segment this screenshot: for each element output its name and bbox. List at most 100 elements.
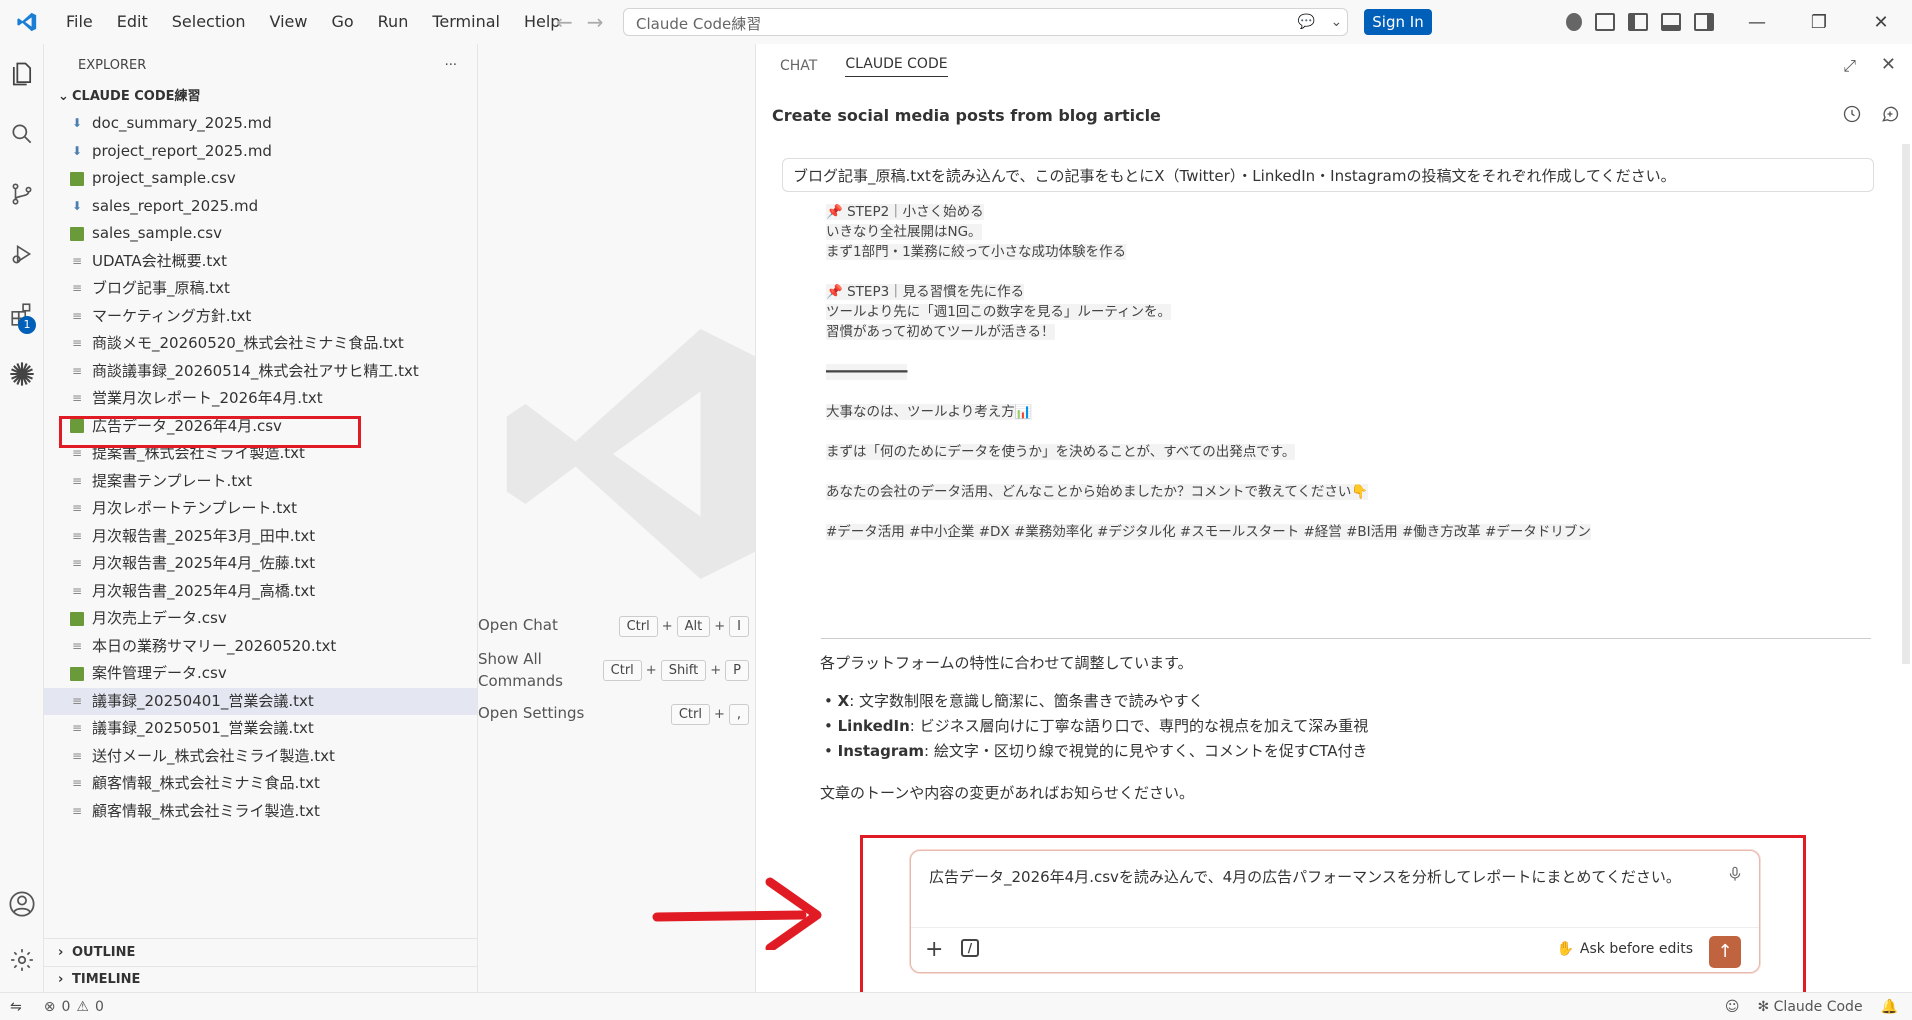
file-item[interactable]: 案件管理データ.csv xyxy=(44,660,477,688)
file-item[interactable]: ≡ マーケティング方針.txt xyxy=(44,303,477,331)
timeline-section[interactable]: › TIMELINE xyxy=(44,966,478,992)
close-panel-icon[interactable]: ✕ xyxy=(1881,54,1896,75)
workspace-folder[interactable]: ⌄ CLAUDE CODE練習 xyxy=(44,84,477,110)
nav-arrows: ← → xyxy=(556,0,604,44)
file-item[interactable]: 月次売上データ.csv xyxy=(44,605,477,633)
file-item[interactable]: ⬇ doc_summary_2025.md xyxy=(44,110,477,138)
code-line: あなたの会社のデータ活用、どんなことから始めましたか？コメントで教えてください👇 xyxy=(826,482,1866,502)
shortcut-row[interactable]: Open Settings Ctrl +, xyxy=(478,704,755,725)
menu-go[interactable]: Go xyxy=(319,0,365,44)
scrollbar[interactable] xyxy=(1902,144,1910,664)
add-attachment-icon[interactable]: + xyxy=(925,937,943,962)
shortcut-row[interactable]: Open Chat Ctrl + Alt + I xyxy=(478,616,755,637)
customize-layout-icon[interactable] xyxy=(1595,13,1615,31)
menu-terminal[interactable]: Terminal xyxy=(420,0,512,44)
menu-edit[interactable]: Edit xyxy=(105,0,160,44)
file-item[interactable]: ≡ 議事録_20250501_営業会議.txt xyxy=(44,715,477,743)
search-icon[interactable] xyxy=(0,104,44,164)
notifications-icon[interactable]: 🔔 xyxy=(1881,999,1898,1015)
file-item[interactable]: ≡ 送付メール_株式会社ミライ製造.txt xyxy=(44,743,477,771)
file-item[interactable]: sales_sample.csv xyxy=(44,220,477,248)
file-item[interactable]: ≡ UDATA会社概要.txt xyxy=(44,248,477,276)
file-item[interactable]: ≡ 議事録_20250401_営業会議.txt xyxy=(44,687,477,715)
toggle-panel-icon[interactable] xyxy=(1661,13,1681,31)
bullet-dot: • xyxy=(824,742,838,760)
restore-icon[interactable]: ❐ xyxy=(1788,0,1850,44)
toggle-secondary-sidebar-icon[interactable] xyxy=(1694,13,1714,31)
prompt-input-text[interactable]: 広告データ_2026年4月.csvを読み込んで、4月の広告パフォーマンスを分析し… xyxy=(929,865,1709,889)
file-item[interactable]: ≡ 月次報告書_2025年3月_田中.txt xyxy=(44,523,477,551)
file-item[interactable]: ⬇ sales_report_2025.md xyxy=(44,193,477,221)
account-icon[interactable] xyxy=(0,874,44,934)
file-item[interactable]: ≡ 本日の業務サマリー_20260520.txt xyxy=(44,633,477,661)
sign-in-button[interactable]: Sign In xyxy=(1364,9,1432,35)
file-item[interactable]: ≡ 月次報告書_2025年4月_佐藤.txt xyxy=(44,550,477,578)
explorer-icon[interactable] xyxy=(0,44,44,104)
explorer-more-button[interactable]: ··· xyxy=(445,44,457,84)
tab-claude-code[interactable]: CLAUDE CODE xyxy=(845,56,948,77)
microphone-icon[interactable] xyxy=(1727,865,1743,887)
claude-code-status[interactable]: ✻ Claude Code xyxy=(1757,999,1862,1015)
warnings-icon[interactable]: ⚠ xyxy=(76,999,89,1015)
slash-command-icon[interactable]: / xyxy=(961,939,979,957)
chevron-down-icon: ⌄ xyxy=(58,89,69,104)
toggle-primary-sidebar-icon[interactable] xyxy=(1628,13,1648,31)
outline-section[interactable]: › OUTLINE xyxy=(44,938,478,966)
file-item[interactable]: ≡ 商談メモ_20260520_株式会社ミナミ食品.txt xyxy=(44,330,477,358)
file-item[interactable]: ≡ 月次報告書_2025年4月_高橋.txt xyxy=(44,578,477,606)
code-line: #データ活用 #中小企業 #DX #業務効率化 #デジタル化 #スモールスタート… xyxy=(826,522,1866,542)
file-item[interactable]: project_sample.csv xyxy=(44,165,477,193)
code-text: いきなり全社展開はNG。 xyxy=(826,224,982,240)
extensions-icon[interactable]: 1 xyxy=(0,284,44,344)
command-center-search[interactable]: Claude Code練習 xyxy=(623,8,1348,36)
run-debug-icon[interactable] xyxy=(0,224,44,284)
hand-icon: ✋ xyxy=(1556,941,1574,957)
chevron-right-icon: › xyxy=(58,945,64,960)
minimize-icon[interactable]: — xyxy=(1726,0,1788,44)
input-divider xyxy=(911,927,1759,928)
claude-code-icon[interactable] xyxy=(0,344,44,404)
file-item[interactable]: ≡ ブログ記事_原稿.txt xyxy=(44,275,477,303)
file-item[interactable]: ⬇ project_report_2025.md xyxy=(44,138,477,166)
back-arrow-icon[interactable]: ← xyxy=(556,10,573,34)
source-control-icon[interactable] xyxy=(0,164,44,224)
menu-view[interactable]: View xyxy=(258,0,320,44)
file-item[interactable]: ≡ 商談議事録_20260514_株式会社アサヒ精工.txt xyxy=(44,358,477,386)
prompt-input-box[interactable]: 広告データ_2026年4月.csvを読み込んで、4月の広告パフォーマンスを分析し… xyxy=(910,850,1760,973)
menu-run[interactable]: Run xyxy=(366,0,421,44)
copilot-icon[interactable]: ☺ xyxy=(1725,999,1740,1015)
file-item[interactable]: ≡ 営業月次レポート_2026年4月.txt xyxy=(44,385,477,413)
file-name: 送付メール_株式会社ミライ製造.txt xyxy=(92,746,335,765)
chat-toggle-button[interactable]: 💬 ⌄ xyxy=(1290,8,1350,36)
chat-icon: 💬 xyxy=(1297,14,1316,30)
error-count[interactable]: 0 xyxy=(61,999,70,1015)
new-chat-icon[interactable] xyxy=(1880,104,1900,128)
tab-chat[interactable]: CHAT xyxy=(780,58,817,74)
shortcut-row[interactable]: Show All Commands Ctrl + Shift + P xyxy=(478,648,755,692)
remote-icon[interactable]: ⇋ xyxy=(10,999,22,1015)
history-icon[interactable] xyxy=(1842,104,1862,128)
errors-icon[interactable]: ⊗ xyxy=(44,999,56,1015)
timeline-label: TIMELINE xyxy=(72,972,141,987)
text-file-icon: ≡ xyxy=(71,693,83,708)
file-item[interactable]: ≡ 提案書テンプレート.txt xyxy=(44,468,477,496)
settings-gear-icon[interactable] xyxy=(0,930,44,990)
ask-label: Ask before edits xyxy=(1579,941,1693,957)
accounts-icon[interactable] xyxy=(1566,13,1582,31)
maximize-icon[interactable]: ⤢ xyxy=(1843,56,1856,76)
file-item[interactable]: ≡ 顧客情報_株式会社ミライ製造.txt xyxy=(44,798,477,826)
file-item[interactable]: ≡ 月次レポートテンプレート.txt xyxy=(44,495,477,523)
ask-before-edits-button[interactable]: ✋ Ask before edits xyxy=(1556,941,1693,957)
file-name: 商談議事録_20260514_株式会社アサヒ精工.txt xyxy=(92,361,419,380)
menu-file[interactable]: File xyxy=(54,0,105,44)
file-item[interactable]: ≡ 顧客情報_株式会社ミナミ食品.txt xyxy=(44,770,477,798)
bullet-dot: • xyxy=(824,717,838,735)
warning-count[interactable]: 0 xyxy=(95,999,104,1015)
forward-arrow-icon[interactable]: → xyxy=(587,10,604,34)
close-icon[interactable]: ✕ xyxy=(1850,0,1912,44)
send-button[interactable]: ↑ xyxy=(1709,936,1741,968)
menu-selection[interactable]: Selection xyxy=(160,0,258,44)
